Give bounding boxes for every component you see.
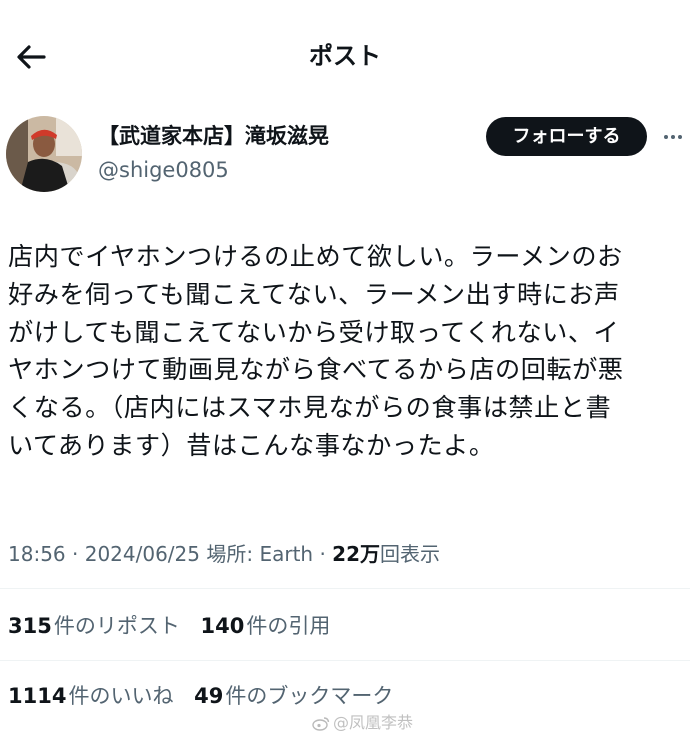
watermark: @凤凰李恭 xyxy=(312,711,413,735)
author-name[interactable]: 【武道家本店】滝坂滋晃 xyxy=(98,120,329,152)
quotes-count: 140 xyxy=(200,614,245,638)
post-text-line: いてあります）昔はこんな事なかったよ。 xyxy=(8,430,495,460)
engagement-row-2: 1114件のいいね 49件のブックマーク xyxy=(8,680,407,712)
post-text: 店内でイヤホンつけるの止めて欲しい。ラーメンのお 好みを伺っても聞こえてない、ラー… xyxy=(8,238,684,465)
reposts-stat[interactable]: 315件のリポスト xyxy=(8,610,180,642)
post-time[interactable]: 18:56 xyxy=(8,542,66,566)
page-title: ポスト xyxy=(309,42,381,70)
avatar[interactable] xyxy=(6,116,82,192)
follow-button[interactable]: フォローする xyxy=(486,117,647,156)
likes-label: 件のいいね xyxy=(68,684,174,708)
post-text-line: 店内でイヤホンつけるの止めて欲しい。ラーメンのお xyxy=(8,242,623,271)
more-options-button[interactable] xyxy=(660,124,686,150)
post-text-line: 好みを伺っても聞こえてない、ラーメン出す時にお声 xyxy=(8,279,620,309)
more-horizontal-icon xyxy=(663,135,684,139)
meta-separator: · xyxy=(72,542,79,566)
post-text-line: ヤホンつけて動画見ながら食べてるから店の回転が悪 xyxy=(8,355,624,385)
author-handle[interactable]: @shige0805 xyxy=(98,154,229,186)
engagement-row-1: 315件のリポスト 140件の引用 xyxy=(8,610,344,642)
post-location: 場所: Earth xyxy=(206,542,314,566)
post-meta: 18:56 · 2024/06/25 場所: Earth · 22万回表示 xyxy=(8,538,440,570)
post-text-line: がけしても聞こえてないから受け取ってくれない、イ xyxy=(8,317,620,347)
watermark-text: @凤凰李恭 xyxy=(333,713,414,732)
views-label: 回表示 xyxy=(380,542,441,566)
post-date[interactable]: 2024/06/25 xyxy=(85,542,200,566)
top-bar: ポスト xyxy=(0,0,690,110)
likes-count: 1114 xyxy=(8,684,67,708)
likes-stat[interactable]: 1114件のいいね xyxy=(8,680,173,712)
post-text-line: くなる。（店内にはスマホ見ながらの食事は禁止と書 xyxy=(8,393,612,423)
bookmarks-stat[interactable]: 49件のブックマーク xyxy=(194,680,393,712)
divider xyxy=(0,660,690,661)
weibo-icon xyxy=(312,717,330,731)
quotes-label: 件の引用 xyxy=(246,614,331,638)
divider xyxy=(0,588,690,589)
bookmarks-count: 49 xyxy=(194,684,224,708)
quotes-stat[interactable]: 140件の引用 xyxy=(201,610,331,642)
views-count: 22万 xyxy=(332,542,381,566)
reposts-label: 件のリポスト xyxy=(53,614,180,638)
reposts-count: 315 xyxy=(8,614,52,638)
bookmarks-label: 件のブックマーク xyxy=(225,684,394,708)
meta-separator: · xyxy=(319,542,326,566)
